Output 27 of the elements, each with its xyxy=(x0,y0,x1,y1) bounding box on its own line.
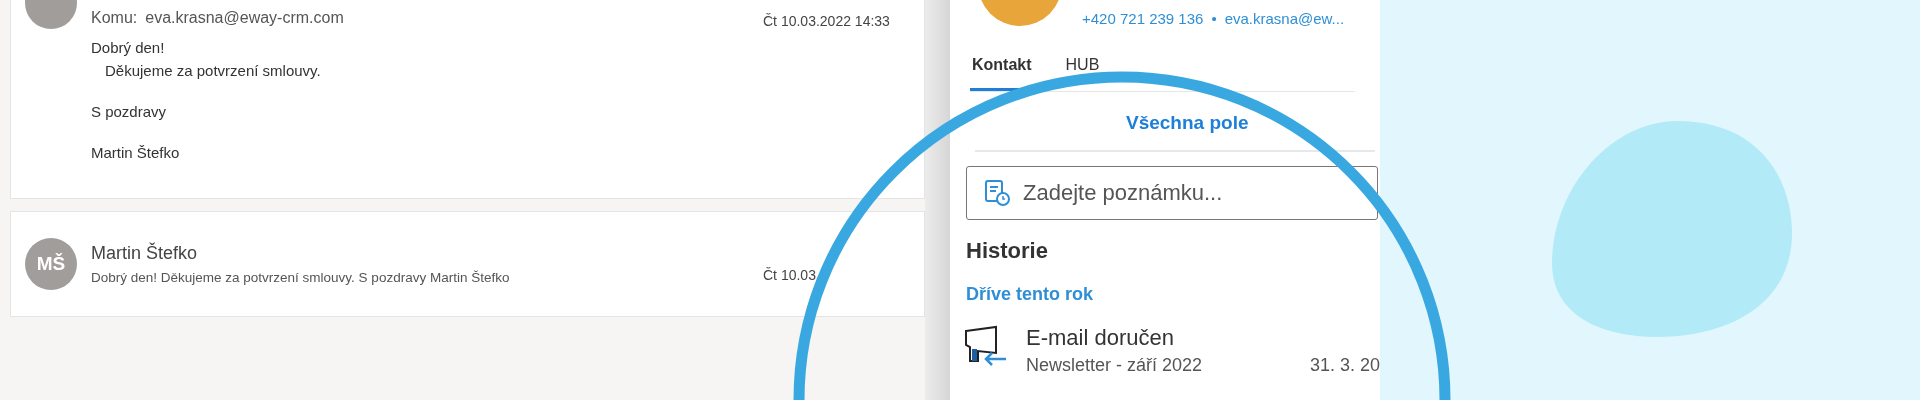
email-date: Čt 10.03 xyxy=(763,267,816,283)
separator-dot: • xyxy=(1211,10,1217,29)
history-heading: Historie xyxy=(966,238,1049,264)
history-item-subtitle: Newsletter - září 2022 xyxy=(1026,355,1204,376)
history-item-title: E-mail doručen xyxy=(1026,325,1175,351)
recipient-address: eva.krasna@eway-crm.com xyxy=(145,9,344,27)
email-link[interactable]: eva.krasna@ew... xyxy=(1224,10,1345,32)
group-heading: Dříve tento rok xyxy=(966,284,1095,305)
to-label: Komu: xyxy=(91,9,138,27)
avatar: MŠ xyxy=(25,238,77,290)
history-item-date: 31. 3. 20 xyxy=(1309,355,1380,376)
tab[interactable]: HUB xyxy=(1063,50,1114,91)
all-fields-link[interactable]: Všechna pole xyxy=(1126,112,1249,134)
body-line: Děkujeme za potvrzení smlouvy. xyxy=(105,62,321,79)
note-icon xyxy=(984,179,1010,207)
note-field[interactable]: Zadejte poznámku... xyxy=(966,166,1378,220)
phone-link[interactable]: +420 721 239 136 xyxy=(1082,10,1204,32)
body-line: Dobrý den! xyxy=(91,39,165,56)
body-line: Martin Štefko xyxy=(91,144,180,161)
megaphone-icon xyxy=(964,325,1008,367)
email-date: Čt 10.03.2022 14:33 xyxy=(763,13,890,29)
body-line: S pozdravy xyxy=(91,103,167,120)
email-preview: Dobrý den! Děkujeme za potvrzení smlouvy. S pozdravy Martin Štefko xyxy=(91,270,510,285)
email-card[interactable]: MŠ Martin Štefko Dobrý den! Děkujeme za potvrzení smlouvy. S pozdravy Martin Štefko Čt 10.03 xyxy=(10,211,925,317)
tab[interactable]: Kontakt xyxy=(970,50,1046,91)
sender-name: Martin Štefko xyxy=(91,243,198,264)
email-card[interactable]: Komu: eva.krasna@eway-crm.com Dobrý den! Děkujeme za potvrzení smlouvy. S pozdravy Martin Štefko Čt 10.03.2022 14:33 xyxy=(10,0,925,199)
